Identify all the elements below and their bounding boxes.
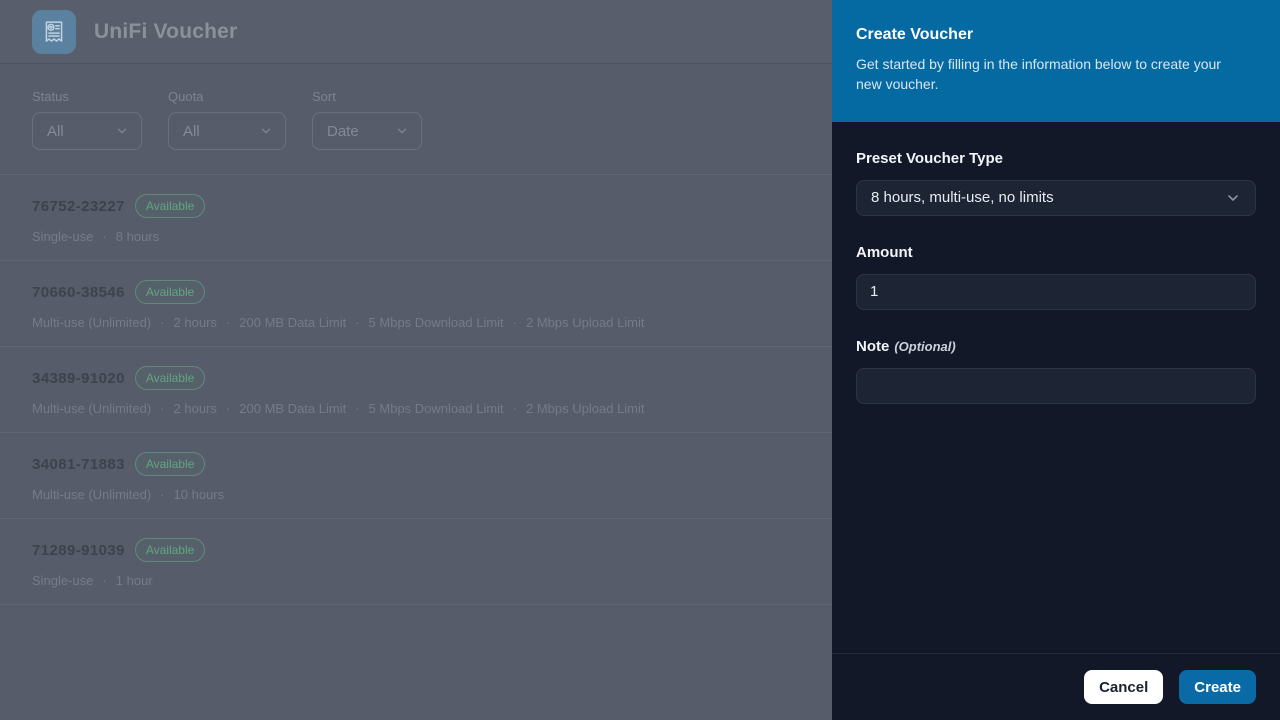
create-voucher-drawer: Create Voucher Get started by filling in… <box>832 0 1280 720</box>
preset-value: 8 hours, multi-use, no limits <box>871 189 1054 206</box>
app: UniFi Voucher Status All Quota All Sort <box>0 0 1280 720</box>
amount-field-group: Amount <box>856 244 1256 310</box>
preset-field-group: Preset Voucher Type 8 hours, multi-use, … <box>856 150 1256 216</box>
note-label-text: Note <box>856 338 889 355</box>
drawer-description: Get started by filling in the informatio… <box>856 54 1248 95</box>
amount-input[interactable] <box>856 274 1256 310</box>
note-optional-label: (Optional) <box>894 339 955 354</box>
create-button[interactable]: Create <box>1179 670 1256 704</box>
preset-select[interactable]: 8 hours, multi-use, no limits <box>856 180 1256 216</box>
note-input[interactable] <box>856 368 1256 404</box>
drawer-title: Create Voucher <box>856 26 1256 44</box>
note-field-group: Note (Optional) <box>856 338 1256 404</box>
drawer-footer: Cancel Create <box>832 653 1280 720</box>
cancel-button[interactable]: Cancel <box>1084 670 1163 704</box>
drawer-body: Preset Voucher Type 8 hours, multi-use, … <box>832 122 1280 653</box>
preset-label: Preset Voucher Type <box>856 150 1256 167</box>
amount-label: Amount <box>856 244 1256 261</box>
drawer-header: Create Voucher Get started by filling in… <box>832 0 1280 122</box>
chevron-down-icon <box>1225 190 1241 206</box>
note-label: Note (Optional) <box>856 338 1256 355</box>
drawer-overlay[interactable] <box>0 0 832 720</box>
